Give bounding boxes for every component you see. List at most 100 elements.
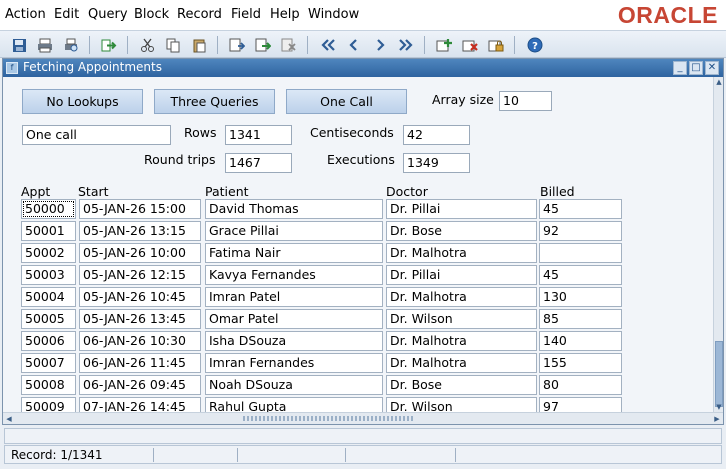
- next-record-icon[interactable]: [371, 36, 389, 54]
- doctor-cell[interactable]: Dr. Wilson: [386, 397, 537, 412]
- start-cell[interactable]: 06-JAN-26 09:45: [79, 375, 201, 395]
- patient-cell[interactable]: Rahul Gupta: [205, 397, 383, 412]
- billed-cell[interactable]: 85: [539, 309, 622, 329]
- patient-cell[interactable]: David Thomas: [205, 199, 383, 219]
- copy-icon[interactable]: [164, 36, 182, 54]
- appt-cell[interactable]: 50002: [21, 243, 76, 263]
- close-button[interactable]: ✕: [705, 61, 719, 75]
- appt-cell[interactable]: 50006: [21, 331, 76, 351]
- last-record-icon[interactable]: [397, 36, 415, 54]
- scroll-left-icon[interactable]: ◀: [3, 413, 15, 425]
- executions-field[interactable]: 1349: [403, 153, 470, 173]
- menu-edit[interactable]: Edit: [54, 7, 79, 22]
- appt-cell[interactable]: 50000: [21, 199, 76, 219]
- print-preview-icon[interactable]: [62, 36, 80, 54]
- save-icon[interactable]: [10, 36, 28, 54]
- start-cell[interactable]: 05-JAN-26 15:00: [79, 199, 201, 219]
- doctor-cell[interactable]: Dr. Malhotra: [386, 243, 537, 263]
- doctor-cell[interactable]: Dr. Wilson: [386, 309, 537, 329]
- centiseconds-field[interactable]: 42: [403, 125, 470, 145]
- patient-cell[interactable]: Grace Pillai: [205, 221, 383, 241]
- round-trips-field[interactable]: 1467: [225, 153, 292, 173]
- print-icon[interactable]: [36, 36, 54, 54]
- status-divider: [237, 448, 238, 462]
- horizontal-scrollbar[interactable]: ◀ ▶: [3, 412, 723, 424]
- insert-record-icon[interactable]: [435, 36, 453, 54]
- appt-cell[interactable]: 50004: [21, 287, 76, 307]
- billed-cell[interactable]: 97: [539, 397, 622, 412]
- doctor-cell[interactable]: Dr. Malhotra: [386, 353, 537, 373]
- scroll-down-icon[interactable]: ▼: [714, 402, 724, 412]
- menu-field[interactable]: Field: [231, 7, 261, 22]
- rows-field[interactable]: 1341: [225, 125, 292, 145]
- array-size-label: Array size: [432, 92, 494, 107]
- minimize-button[interactable]: _: [673, 61, 687, 75]
- menu-query[interactable]: Query: [88, 7, 128, 22]
- menu-block[interactable]: Block: [134, 7, 169, 22]
- vertical-scrollbar[interactable]: ▲ ▼: [713, 77, 723, 412]
- scroll-up-icon[interactable]: ▲: [714, 77, 724, 87]
- patient-cell[interactable]: Imran Patel: [205, 287, 383, 307]
- delete-record-icon[interactable]: [461, 36, 479, 54]
- appt-cell[interactable]: 50003: [21, 265, 76, 285]
- start-cell[interactable]: 05-JAN-26 12:15: [79, 265, 201, 285]
- menu-action[interactable]: Action: [5, 7, 46, 22]
- menu-window[interactable]: Window: [308, 7, 359, 22]
- appt-cell[interactable]: 50001: [21, 221, 76, 241]
- patient-cell[interactable]: Fatima Nair: [205, 243, 383, 263]
- paste-icon[interactable]: [190, 36, 208, 54]
- first-record-icon[interactable]: [319, 36, 337, 54]
- appt-cell[interactable]: 50009: [21, 397, 76, 412]
- billed-cell[interactable]: 45: [539, 199, 622, 219]
- billed-cell[interactable]: 80: [539, 375, 622, 395]
- start-cell[interactable]: 05-JAN-26 10:00: [79, 243, 201, 263]
- doctor-cell[interactable]: Dr. Malhotra: [386, 331, 537, 351]
- menu-record[interactable]: Record: [177, 7, 222, 22]
- scroll-grip[interactable]: [243, 416, 413, 421]
- toolbar-separator: [127, 36, 128, 54]
- array-size-field[interactable]: 10: [499, 91, 552, 111]
- appt-cell[interactable]: 50008: [21, 375, 76, 395]
- start-cell[interactable]: 06-JAN-26 11:45: [79, 353, 201, 373]
- doctor-cell[interactable]: Dr. Malhotra: [386, 287, 537, 307]
- start-cell[interactable]: 06-JAN-26 10:30: [79, 331, 201, 351]
- three-queries-button[interactable]: Three Queries: [154, 89, 275, 114]
- billed-cell[interactable]: [539, 243, 622, 263]
- execute-query-icon[interactable]: [254, 36, 272, 54]
- doctor-cell[interactable]: Dr. Bose: [386, 375, 537, 395]
- toolbar-separator: [89, 36, 90, 54]
- previous-record-icon[interactable]: [345, 36, 363, 54]
- start-cell[interactable]: 05-JAN-26 13:15: [79, 221, 201, 241]
- maximize-button[interactable]: □: [689, 61, 703, 75]
- scroll-right-icon[interactable]: ▶: [711, 413, 723, 425]
- exit-icon[interactable]: [100, 36, 118, 54]
- doctor-cell[interactable]: Dr. Pillai: [386, 265, 537, 285]
- doctor-cell[interactable]: Dr. Bose: [386, 221, 537, 241]
- start-cell[interactable]: 05-JAN-26 10:45: [79, 287, 201, 307]
- menu-help[interactable]: Help: [270, 7, 300, 22]
- help-icon[interactable]: ?: [526, 36, 544, 54]
- billed-cell[interactable]: 92: [539, 221, 622, 241]
- patient-cell[interactable]: Imran Fernandes: [205, 353, 383, 373]
- no-lookups-button[interactable]: No Lookups: [22, 89, 143, 114]
- billed-cell[interactable]: 45: [539, 265, 622, 285]
- billed-cell[interactable]: 140: [539, 331, 622, 351]
- patient-cell[interactable]: Noah DSouza: [205, 375, 383, 395]
- billed-cell[interactable]: 130: [539, 287, 622, 307]
- patient-cell[interactable]: Omar Patel: [205, 309, 383, 329]
- billed-cell[interactable]: 155: [539, 353, 622, 373]
- patient-cell[interactable]: Isha DSouza: [205, 331, 383, 351]
- enter-query-icon[interactable]: [228, 36, 246, 54]
- start-cell[interactable]: 07-JAN-26 14:45: [79, 397, 201, 412]
- start-cell[interactable]: 05-JAN-26 13:45: [79, 309, 201, 329]
- lock-record-icon[interactable]: [487, 36, 505, 54]
- cancel-query-icon[interactable]: [280, 36, 298, 54]
- appt-cell[interactable]: 50007: [21, 353, 76, 373]
- one-call-button[interactable]: One Call: [286, 89, 407, 114]
- doctor-cell[interactable]: Dr. Pillai: [386, 199, 537, 219]
- mode-field[interactable]: One call: [22, 125, 171, 145]
- patient-cell[interactable]: Kavya Fernandes: [205, 265, 383, 285]
- scroll-thumb[interactable]: [715, 341, 723, 407]
- cut-icon[interactable]: [138, 36, 156, 54]
- appt-cell[interactable]: 50005: [21, 309, 76, 329]
